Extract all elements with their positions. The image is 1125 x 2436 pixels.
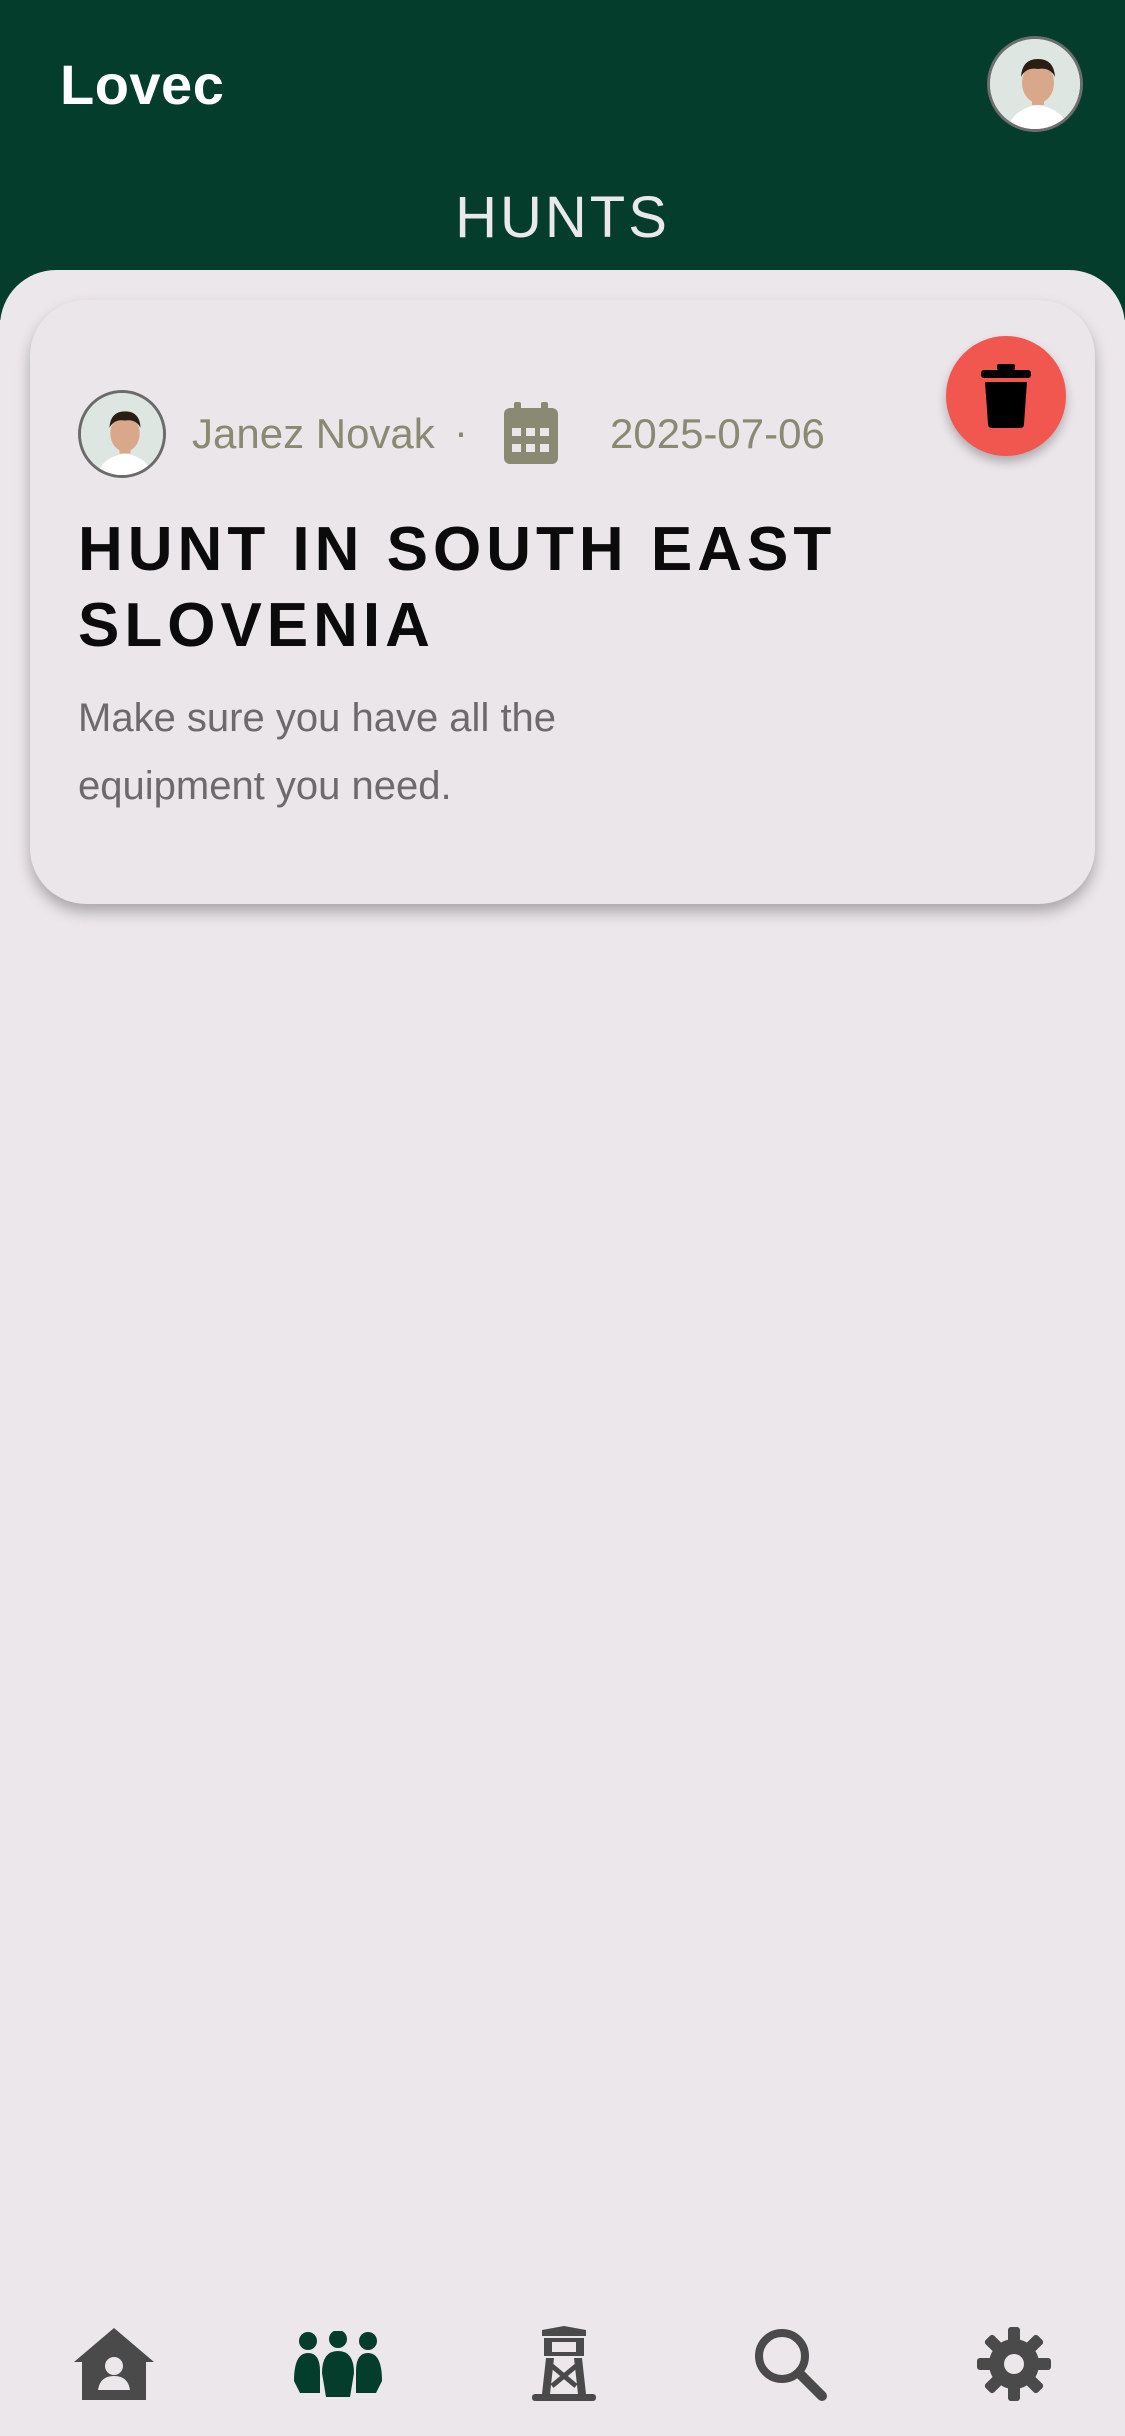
hunt-card[interactable]: Janez Novak · 2025-07-06 HUNT IN SOUTH E… <box>30 300 1095 904</box>
nav-home[interactable] <box>66 2316 162 2412</box>
trash-icon <box>981 364 1031 428</box>
hunt-title: HUNT IN SOUTH EAST SLOVENIA <box>78 515 837 660</box>
author-avatar <box>78 390 166 478</box>
nav-search[interactable] <box>742 2316 838 2412</box>
page-title: HUNTS <box>455 185 670 250</box>
hunt-description: Make sure you have all the equipment you… <box>78 696 557 808</box>
gear-icon <box>977 2327 1051 2401</box>
meta-separator: · <box>454 408 468 455</box>
app-title: Lovec <box>60 53 225 116</box>
group-icon <box>294 2331 382 2397</box>
profile-avatar[interactable] <box>987 36 1083 132</box>
hunt-author: Janez Novak <box>192 410 435 457</box>
bottom-navigation <box>0 2280 1125 2436</box>
nav-hunts[interactable] <box>290 2316 386 2412</box>
delete-button[interactable] <box>946 336 1066 456</box>
search-icon <box>755 2329 827 2401</box>
nav-settings[interactable] <box>966 2316 1062 2412</box>
nav-stands[interactable] <box>516 2316 612 2412</box>
calendar-icon <box>502 402 560 466</box>
hunt-date: 2025-07-06 <box>610 410 825 457</box>
hunting-tower-icon <box>532 2326 596 2401</box>
home-icon <box>74 2328 154 2400</box>
